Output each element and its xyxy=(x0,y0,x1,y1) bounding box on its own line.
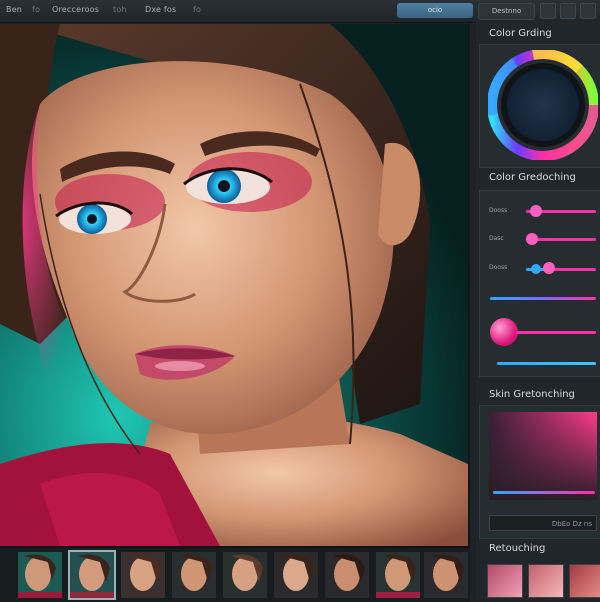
thumbnail[interactable] xyxy=(223,552,267,598)
close-icon[interactable] xyxy=(580,3,596,19)
swatch-2[interactable] xyxy=(528,564,564,598)
secondary-button[interactable]: Destnno xyxy=(478,3,535,20)
thumbnail-selected[interactable] xyxy=(68,550,116,600)
minimize-icon[interactable] xyxy=(540,3,556,19)
slider-track-4[interactable] xyxy=(490,297,596,300)
slider-thumb-1[interactable] xyxy=(530,205,542,217)
thumbnail[interactable] xyxy=(325,552,369,598)
slider-track-5[interactable] xyxy=(516,331,596,334)
menu-item-3[interactable]: Orecceroos xyxy=(52,5,99,14)
color-wheel[interactable] xyxy=(488,50,598,160)
slider-thumb-3a[interactable] xyxy=(531,264,541,274)
slider-label-3: Dooss xyxy=(489,264,508,271)
slider-label-2: Dasc xyxy=(489,235,504,242)
photo-canvas[interactable] xyxy=(0,24,470,546)
menu-item-5[interactable]: Dxe fos xyxy=(145,5,176,14)
skin-slider-track[interactable] xyxy=(493,491,595,494)
swatch-1[interactable] xyxy=(487,564,523,598)
skin-retouching-title: Skin Gretonching xyxy=(489,389,575,400)
skin-value-field[interactable]: DbEo Dz ns xyxy=(489,515,597,531)
skin-color-field[interactable] xyxy=(489,412,597,500)
portrait-photo xyxy=(0,24,468,546)
sliders-section xyxy=(479,190,600,377)
top-menu-bar: Ben fo Orecceroos toh Dxe fos fo ocio De… xyxy=(0,0,600,23)
thumbnail[interactable] xyxy=(274,552,318,598)
thumbnail[interactable] xyxy=(172,552,216,598)
retouching-title: Retouching xyxy=(489,543,546,554)
swatch-3[interactable] xyxy=(569,564,600,598)
slider-label-1: Dooss xyxy=(489,207,508,214)
menu-item-1[interactable]: Ben xyxy=(6,5,22,14)
slider-thumb-3b[interactable] xyxy=(543,262,555,274)
menu-item-4[interactable]: toh xyxy=(113,5,127,14)
thumbnail[interactable] xyxy=(18,552,62,598)
thumbnail[interactable] xyxy=(424,552,468,598)
maximize-icon[interactable] xyxy=(560,3,576,19)
thumbnail[interactable] xyxy=(121,552,165,598)
thumbnail[interactable] xyxy=(376,552,420,598)
color-picker-knob[interactable] xyxy=(490,318,518,346)
filmstrip xyxy=(0,546,470,602)
color-correction-title: Color Gredoching xyxy=(489,172,576,183)
slider-track-6[interactable] xyxy=(497,362,596,365)
menu-item-6[interactable]: fo xyxy=(193,5,201,14)
primary-button[interactable]: ocio xyxy=(397,3,473,18)
menu-item-2[interactable]: fo xyxy=(32,5,40,14)
slider-thumb-2[interactable] xyxy=(526,233,538,245)
color-grading-title: Color Grding xyxy=(489,28,552,39)
